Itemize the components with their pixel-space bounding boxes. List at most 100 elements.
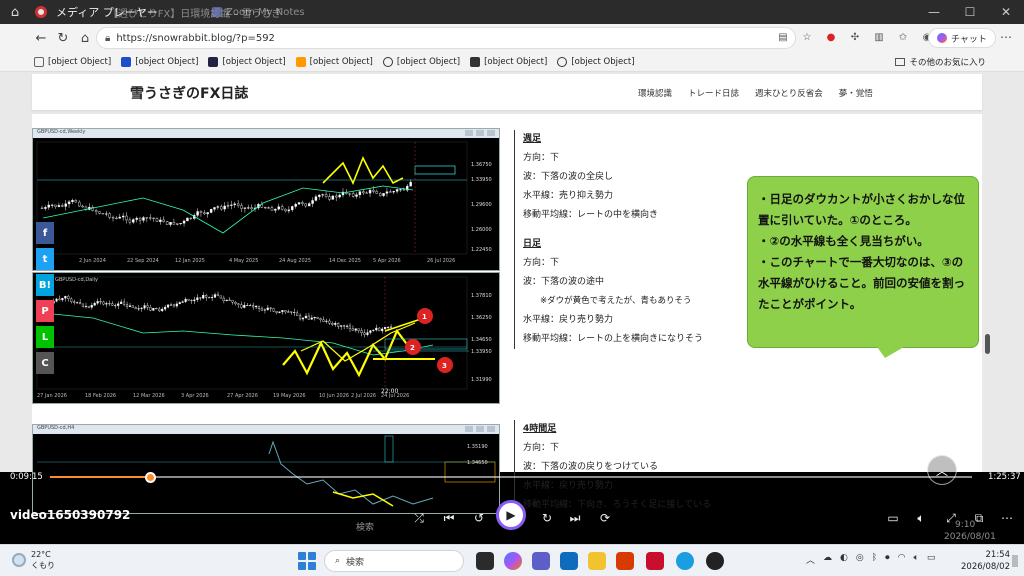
extension-icon[interactable]: ● (824, 30, 838, 44)
candle (249, 305, 252, 307)
candle (158, 308, 161, 312)
back-icon[interactable]: ← (30, 31, 52, 46)
windows-start-icon[interactable] (298, 552, 316, 570)
candle (117, 303, 120, 306)
play-button[interactable]: ▶ (496, 500, 526, 530)
repeat-off-icon[interactable]: ⟳ (594, 508, 616, 528)
office-icon[interactable] (616, 552, 634, 570)
fav-fx[interactable]: [object Object] (470, 56, 547, 67)
facebook-share-icon[interactable]: f (36, 222, 54, 244)
hatena-share-icon[interactable]: B! (36, 274, 54, 296)
price-tick: 1.26000 (471, 227, 492, 233)
pocket-share-icon[interactable]: P (36, 300, 54, 322)
pdf-icon[interactable] (646, 552, 664, 570)
nav-item-review[interactable]: 週末ひとり反省会 (755, 87, 823, 99)
candle (159, 219, 162, 222)
fav-dashboard[interactable]: [object Object] (557, 56, 635, 67)
media-player-taskbar-icon[interactable] (706, 552, 724, 570)
shuffle-icon[interactable]: ⤮ (408, 508, 430, 528)
candle (342, 325, 346, 327)
candle (384, 327, 387, 330)
copilot-icon (937, 33, 947, 43)
favorite-star-icon[interactable]: ☆ (800, 30, 814, 44)
twitter-share-icon[interactable]: t (36, 248, 54, 270)
system-tray: ︿ ☁ ◐ ◎ ᛒ ⏺ ◠ 🔈︎ ▭ (806, 553, 935, 566)
edge-icon[interactable] (676, 552, 694, 570)
edge-tray-icon[interactable]: ◐ (840, 553, 848, 566)
site-nav: 環境認識 トレード日誌 週末ひとり反省会 夢・覚悟 (638, 87, 873, 99)
candle (98, 211, 101, 214)
more-options-icon[interactable]: ⋯ (996, 508, 1018, 528)
nav-item-trade[interactable]: トレード日誌 (688, 87, 739, 99)
fullscreen-icon[interactable]: ⤢ (940, 508, 962, 528)
miniplayer-icon[interactable]: ⧉ (968, 508, 990, 528)
task-view-icon[interactable] (476, 552, 494, 570)
more-icon[interactable]: ⋯ (1000, 30, 1012, 44)
date-tick: 22 Sep 2024 (127, 258, 159, 264)
copilot-icon[interactable] (504, 552, 522, 570)
address-bar[interactable]: 🔒︎ https://snowrabbit.blog/?p=592 (96, 27, 796, 49)
wifi-icon[interactable]: ◠ (898, 553, 906, 566)
fav-amazon[interactable]: [object Object] (295, 56, 373, 67)
cloud-icon[interactable]: ☁ (823, 553, 832, 566)
note-line: 波：下落の波の途中 (523, 277, 605, 287)
show-desktop-icon[interactable] (1012, 555, 1018, 567)
volume-tray-icon[interactable]: 🔈︎ (914, 553, 919, 566)
rewind-10-icon[interactable]: ↺ (468, 508, 490, 528)
outlook-icon[interactable] (560, 552, 578, 570)
fav-login[interactable]: [object Object] (208, 56, 286, 67)
candle (193, 299, 196, 302)
home-icon[interactable]: ⌂ (0, 0, 30, 24)
candle (213, 294, 217, 298)
favorites-icon[interactable]: ✩ (896, 30, 910, 44)
file-explorer-icon[interactable] (588, 552, 606, 570)
fav-studysapuri[interactable]: [object Object] (121, 56, 198, 67)
clock[interactable]: 21:54 2026/08/02 (956, 549, 1010, 573)
refresh-icon[interactable]: ↻ (52, 31, 74, 46)
forward-30-icon[interactable]: ↻ (536, 508, 558, 528)
minimize-icon[interactable]: — (916, 0, 952, 24)
chevron-up-icon[interactable]: ︿ (806, 553, 815, 566)
subtitles-icon[interactable]: ▭ (882, 508, 904, 528)
candle (145, 217, 149, 219)
candle (209, 208, 213, 213)
battery-icon[interactable]: ▭ (927, 553, 936, 566)
date-tick: 27 Jan 2026 (37, 393, 67, 399)
candle (389, 191, 392, 193)
site-title[interactable]: 雪うさぎのFX日誌 (130, 83, 248, 103)
seek-bar[interactable] (0, 470, 1024, 484)
maximize-icon[interactable]: ☐ (952, 0, 988, 24)
headset-icon[interactable]: ◎ (856, 553, 864, 566)
fav-import[interactable]: [object Object] (34, 56, 111, 67)
taskbar-search[interactable]: ⌕ 検索 (324, 550, 464, 572)
split-icon[interactable]: ▥ (872, 30, 886, 44)
seek-thumb[interactable] (145, 472, 156, 483)
fav-search[interactable]: [object Object] (382, 56, 460, 67)
candle (360, 330, 363, 334)
line-share-icon[interactable]: L (36, 326, 54, 348)
page-scrollbar[interactable] (985, 334, 990, 354)
date-tick: 2 Jun 2024 (79, 258, 106, 264)
date-tick: 12 Jan 2025 (175, 258, 205, 264)
media-player-title: メディア プレーヤー (56, 6, 158, 19)
copy-link-icon[interactable]: C (36, 352, 54, 374)
other-favorites[interactable]: その他のお気に入り (895, 56, 986, 68)
nav-item-kankyo[interactable]: 環境認識 (638, 87, 672, 99)
home-icon[interactable]: ⌂ (74, 31, 96, 46)
lock-icon: 🔒︎ (105, 32, 111, 44)
close-icon[interactable]: ✕ (988, 0, 1024, 24)
copilot-chat-button[interactable]: チャット (928, 28, 996, 48)
weather-widget[interactable]: 22°C くもり (12, 549, 55, 571)
mic-icon[interactable]: ⏺ (885, 553, 890, 566)
volume-icon[interactable]: 🔈︎ (910, 508, 932, 528)
puzzle-icon[interactable]: ✣ (848, 30, 862, 44)
candle (247, 207, 250, 209)
nav-item-dream[interactable]: 夢・覚悟 (839, 87, 873, 99)
teams-icon[interactable] (532, 552, 550, 570)
candle (334, 323, 337, 325)
previous-icon[interactable]: ⏮ (438, 508, 460, 528)
next-icon[interactable]: ⏭ (564, 508, 586, 528)
reader-icon[interactable]: ▤ (776, 30, 790, 44)
bluetooth-icon[interactable]: ᛒ (872, 553, 877, 566)
candle (207, 297, 211, 299)
